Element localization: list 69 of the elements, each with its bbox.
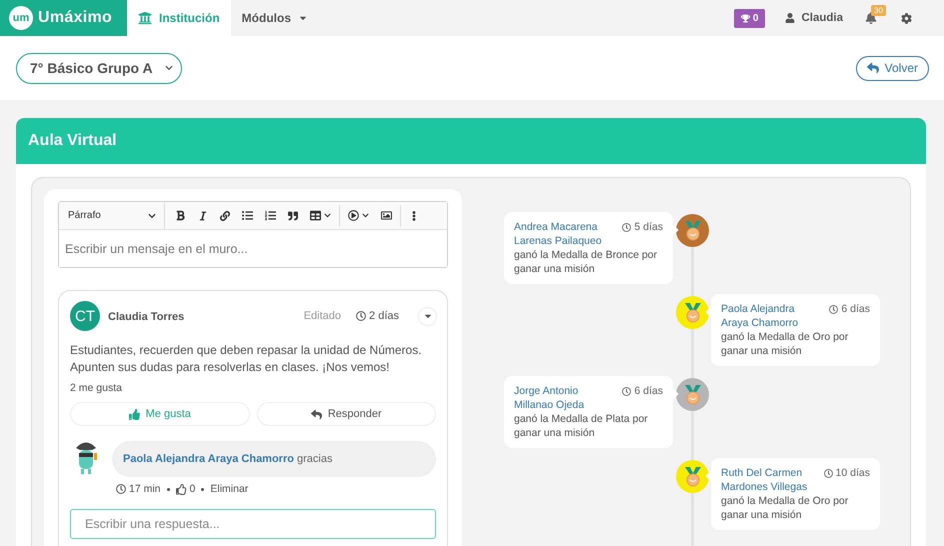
reply-input[interactable]: Escribir una respuesta... [70,509,436,539]
activity-text: ganó la Medalla de Bronce por ganar una misión [514,248,658,276]
post-menu-button[interactable] [419,308,436,324]
activity-time: 10 días [824,466,870,480]
table-icon [310,210,321,221]
activity-text: ganó la Medalla de Plata por ganar una misión [514,412,649,440]
student-link[interactable]: Paola Alejandra Araya Chamorro [721,302,824,330]
user-menu[interactable]: Claudia [785,12,843,24]
activity-text: ganó la Medalla de Oro por ganar una misión [721,494,850,522]
student-link[interactable]: Ruth Del Carmen Mardones Villegas [721,466,818,494]
student-link[interactable]: Jorge Antonio Millanao Ojeda [514,384,616,412]
like-count: 2 me gusta [70,382,123,394]
chevron-icon [164,64,173,72]
settings-icon [901,12,912,24]
comment-time: 17 min [116,483,161,495]
message-editor[interactable]: Párrafo Escribir un mensaje en el muro... [58,201,448,268]
bold-icon [175,210,186,221]
reply-icon [310,408,322,420]
student-link[interactable]: Andrea Macarena Larenas Pailaqueo [514,220,616,248]
reply-button[interactable]: Responder [256,402,436,426]
delete-link[interactable]: Eliminar [210,483,248,495]
logo-mark: um [9,6,33,30]
commenter-link[interactable]: Paola Alejandra Araya Chamorro [123,453,294,465]
logo[interactable]: um Umáximo [0,0,127,36]
author-avatar: CT [70,301,100,331]
edited-label: Editado [304,310,342,322]
notification-count: 30 [871,5,886,16]
user-icon [785,13,796,23]
panel-title: Aula Virtual [16,118,926,164]
quote-icon [288,210,298,220]
link-icon [220,210,230,220]
chevron-icon [324,212,331,219]
thumbs-up-icon [176,484,187,494]
chevron-icon [362,212,369,219]
back-button[interactable]: Volver [856,56,929,80]
trophy-badge[interactable]: 0 [734,8,766,28]
clock-icon [356,311,366,321]
comment-like-button[interactable]: 0 [176,483,196,495]
thumbs-up-icon [128,408,140,420]
activity-time: 5 días [622,220,663,234]
trophy-icon [740,14,750,22]
clock-icon [622,222,632,232]
post-text: Estudiantes, recuerden que deben repasar la unidad de Números. Apunten sus dudas para resolverlas en clases. ¡Nos vemos! [70,342,423,376]
clock-icon [824,468,833,478]
activity-time: 6 días [622,384,663,398]
course-select[interactable]: 7° Básico Grupo A [16,52,182,84]
post-time: 2 días [356,310,399,322]
settings-button[interactable] [901,12,912,24]
format-select[interactable]: Párrafo [59,202,165,229]
nav-tab[interactable]: Institución [127,0,231,36]
clock-icon [622,386,632,396]
logo-text: Umáximo [38,9,112,27]
nav-tab[interactable]: Módulos [230,0,319,36]
clock-icon [829,304,838,314]
bulleted-list-icon [242,210,253,221]
like-button[interactable]: Me gusta [70,402,250,426]
comment-text: Paola Alejandra Araya Chamorro gracias [123,453,332,465]
activity-time: 6 días [829,302,870,316]
institution-icon [138,11,152,25]
clock-icon [116,484,126,494]
notifications-bell-icon[interactable] [865,12,877,24]
numbered-list-icon [265,210,276,221]
media-icon [348,210,359,221]
chevron-icon [148,212,156,220]
activity-text: ganó la Medalla de Oro por ganar una misión [721,330,850,358]
author-name: Claudia Torres [108,311,186,323]
back-arrow-icon [866,62,879,74]
image-icon [381,210,392,221]
italic-icon [198,210,208,220]
